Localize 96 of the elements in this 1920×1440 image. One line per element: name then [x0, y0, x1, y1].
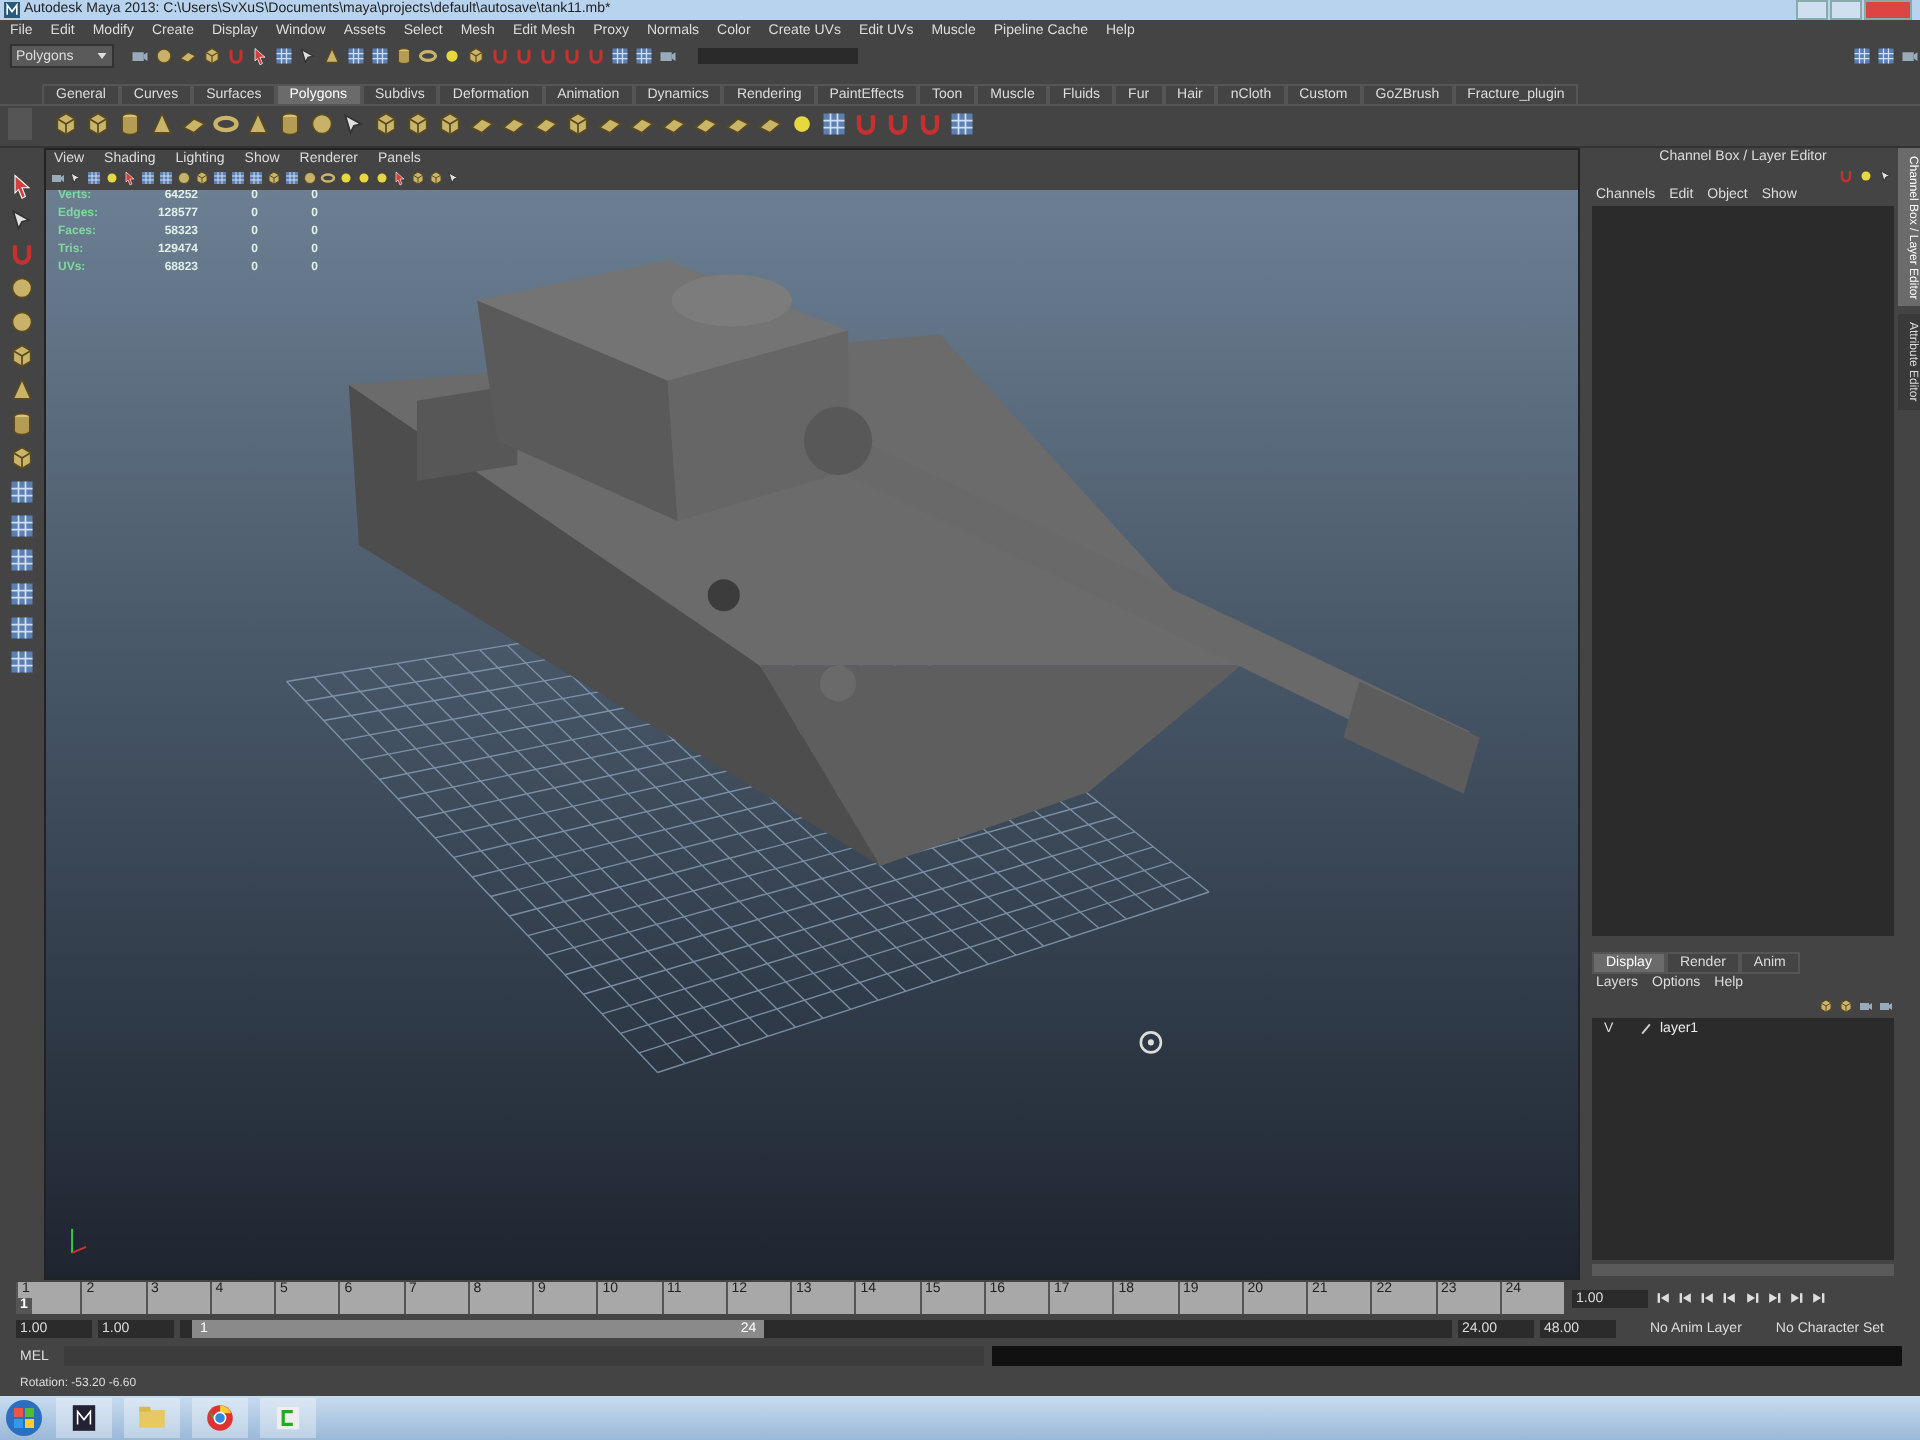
torus-icon[interactable]: [320, 170, 336, 187]
light-icon[interactable]: [356, 170, 372, 187]
cube-icon[interactable]: [1838, 997, 1854, 1014]
sphere-icon[interactable]: [8, 273, 36, 302]
grid-icon[interactable]: [634, 46, 654, 67]
cube-icon[interactable]: [410, 170, 426, 187]
cylinder-icon[interactable]: [8, 409, 36, 438]
sphere-icon[interactable]: [154, 46, 174, 67]
cube-icon[interactable]: [8, 443, 36, 472]
cursor-icon[interactable]: [8, 171, 36, 200]
cone-icon[interactable]: [148, 110, 176, 139]
arrow-icon[interactable]: [8, 205, 36, 234]
cube-icon[interactable]: [202, 46, 222, 67]
cone-icon[interactable]: [322, 46, 342, 67]
arrow-icon[interactable]: [68, 170, 84, 187]
camera-icon[interactable]: [50, 170, 66, 187]
grid-icon[interactable]: [8, 545, 36, 574]
arrow-icon[interactable]: [1878, 167, 1894, 184]
sphere-icon[interactable]: [302, 170, 318, 187]
play-forward-icon[interactable]: [1744, 1290, 1760, 1307]
cone-icon[interactable]: [244, 110, 272, 139]
grid-icon[interactable]: [212, 170, 228, 187]
cursor-icon[interactable]: [392, 170, 408, 187]
cube-icon[interactable]: [266, 170, 282, 187]
grid-icon[interactable]: [274, 46, 294, 67]
grid-icon[interactable]: [1852, 46, 1872, 67]
browser-icon: [204, 1402, 236, 1435]
cube-icon[interactable]: [466, 46, 486, 67]
caret-icon: [96, 50, 108, 63]
grid-icon[interactable]: [230, 170, 246, 187]
grid-icon[interactable]: [8, 613, 36, 642]
cursor-icon[interactable]: [250, 46, 270, 67]
app-icon: [68, 1402, 100, 1435]
arrow-icon[interactable]: [340, 110, 368, 139]
torus-icon[interactable]: [418, 46, 438, 67]
sphere-icon[interactable]: [308, 110, 336, 139]
cube-icon[interactable]: [564, 110, 592, 139]
play-backward-icon[interactable]: [1722, 1290, 1738, 1307]
grid-icon[interactable]: [158, 170, 174, 187]
grid-icon[interactable]: [8, 511, 36, 540]
light-icon[interactable]: [338, 170, 354, 187]
grid-icon[interactable]: [370, 46, 390, 67]
camera-icon[interactable]: [658, 46, 678, 67]
step-forward-icon[interactable]: [1766, 1290, 1782, 1307]
grid-icon[interactable]: [1876, 46, 1896, 67]
cube-icon[interactable]: [194, 170, 210, 187]
cylinder-icon[interactable]: [276, 110, 304, 139]
arrow-icon[interactable]: [446, 170, 462, 187]
cube-icon[interactable]: [372, 110, 400, 139]
cone-icon[interactable]: [8, 375, 36, 404]
cube-icon[interactable]: [404, 110, 432, 139]
step-back-key-icon[interactable]: [1678, 1290, 1694, 1307]
taskbar-button[interactable]: [56, 1398, 112, 1439]
cube-icon[interactable]: [84, 110, 112, 139]
grid-icon[interactable]: [248, 170, 264, 187]
app-icon: [272, 1402, 304, 1435]
light-icon[interactable]: [374, 170, 390, 187]
cube-icon[interactable]: [52, 110, 80, 139]
cylinder-icon[interactable]: [116, 110, 144, 139]
cube-icon[interactable]: [1818, 997, 1834, 1014]
cursor-icon[interactable]: [122, 170, 138, 187]
grid-icon[interactable]: [948, 110, 976, 139]
cube-icon[interactable]: [436, 110, 464, 139]
camera-icon[interactable]: [130, 46, 150, 67]
plane-icon[interactable]: [178, 46, 198, 67]
cube-icon[interactable]: [428, 170, 444, 187]
light-icon[interactable]: [104, 170, 120, 187]
camera-icon[interactable]: [1858, 997, 1874, 1014]
camera-icon[interactable]: [1900, 46, 1920, 67]
rotate-cursor-icon: [1139, 1030, 1163, 1054]
arrow-icon[interactable]: [298, 46, 318, 67]
start-button[interactable]: [4, 1398, 44, 1439]
grid-icon[interactable]: [8, 579, 36, 608]
grid-icon[interactable]: [610, 46, 630, 67]
go-to-end-icon[interactable]: [1810, 1290, 1826, 1307]
step-back-icon[interactable]: [1700, 1290, 1716, 1307]
cylinder-icon[interactable]: [394, 46, 414, 67]
grid-icon[interactable]: [284, 170, 300, 187]
camera-icon[interactable]: [1878, 997, 1894, 1014]
app-icon: [4, 2, 20, 18]
cube-icon[interactable]: [8, 341, 36, 370]
go-to-start-icon[interactable]: [1656, 1290, 1672, 1307]
grid-icon[interactable]: [8, 477, 36, 506]
layer-icon: [1641, 1024, 1651, 1035]
grid-icon[interactable]: [140, 170, 156, 187]
light-icon[interactable]: [442, 46, 462, 67]
input-field[interactable]: [698, 48, 858, 65]
grid-icon[interactable]: [8, 647, 36, 676]
sphere-icon[interactable]: [176, 170, 192, 187]
grid-icon[interactable]: [820, 110, 848, 139]
grid-icon[interactable]: [86, 170, 102, 187]
grid-icon[interactable]: [346, 46, 366, 67]
axis-icon: [71, 1228, 87, 1254]
sphere-icon[interactable]: [8, 307, 36, 336]
light-icon[interactable]: [1858, 167, 1874, 184]
step-forward-key-icon[interactable]: [1788, 1290, 1804, 1307]
